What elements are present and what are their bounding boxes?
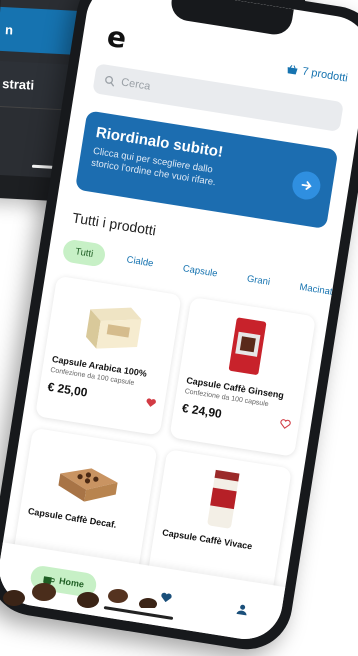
user-icon[interactable]: [236, 603, 250, 617]
search-icon: [105, 75, 115, 87]
basket-icon: [287, 64, 298, 75]
heart-outline-icon[interactable]: [279, 418, 291, 430]
product-image: [188, 306, 307, 386]
product-card[interactable]: Capsule Caffè Ginseng Confezione da 100 …: [169, 296, 317, 457]
tab-capsule[interactable]: Capsule: [173, 257, 227, 286]
product-image: [164, 458, 283, 538]
home-indicator: [103, 606, 174, 620]
search-placeholder: Cerca: [120, 76, 152, 93]
app-logo[interactable]: e: [105, 20, 135, 56]
tab-tutti[interactable]: Tutti: [61, 238, 107, 268]
product-image: [30, 437, 149, 517]
reorder-banner[interactable]: Riordinalo subito! Clicca qui per scegli…: [74, 110, 339, 230]
coffee-beans-decoration: [3, 583, 157, 608]
cart-count-label: 7 prodotti: [301, 65, 349, 85]
tab-grani[interactable]: Grani: [237, 267, 279, 294]
heart-filled-icon[interactable]: [145, 397, 157, 409]
heart-icon[interactable]: [159, 591, 173, 605]
product-price: € 24,90: [181, 400, 223, 421]
arrow-right-icon: [301, 181, 312, 190]
tab-cialde[interactable]: Cialde: [117, 248, 163, 275]
phone-notch: [168, 0, 294, 38]
section-title: Tutti i prodotti: [71, 209, 158, 239]
product-card[interactable]: Capsule Arabica 100% Confezione da 100 c…: [35, 275, 182, 436]
product-image: [54, 285, 173, 365]
tab-macinato[interactable]: Macinato: [290, 276, 347, 305]
product-price: € 25,00: [46, 379, 89, 400]
cart-button[interactable]: 7 prodotti: [286, 63, 349, 85]
